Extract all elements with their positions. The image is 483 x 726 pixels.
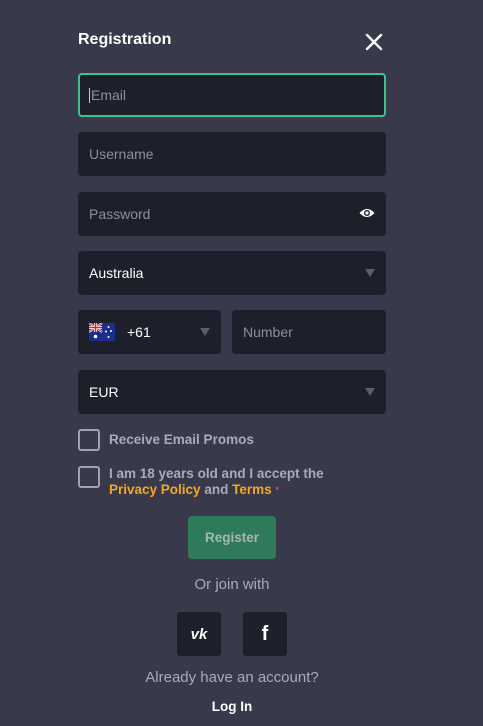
close-icon[interactable] xyxy=(362,30,386,54)
currency-value: EUR xyxy=(89,384,119,400)
phone-code-select[interactable]: +61 xyxy=(78,310,221,354)
australia-flag-icon xyxy=(89,323,115,341)
chevron-down-icon xyxy=(365,269,375,277)
username-field[interactable]: Username xyxy=(78,132,386,176)
currency-select[interactable]: EUR xyxy=(78,370,386,414)
page-title: Registration xyxy=(78,31,172,48)
facebook-icon: f xyxy=(261,622,269,645)
country-select[interactable]: Australia xyxy=(78,251,386,295)
eye-icon[interactable] xyxy=(359,207,375,219)
country-value: Australia xyxy=(89,265,144,281)
age-terms-text: I am 18 years old and I accept the xyxy=(109,466,324,481)
vk-icon: vk xyxy=(190,625,208,643)
chevron-down-icon xyxy=(365,388,375,396)
chevron-down-icon xyxy=(200,328,210,336)
terms-link[interactable]: Terms xyxy=(232,482,272,497)
account-prompt: Already have an account? xyxy=(145,669,319,686)
email-promos-label: Receive Email Promos xyxy=(109,432,254,447)
vk-button[interactable]: vk xyxy=(177,612,221,656)
password-placeholder: Password xyxy=(89,206,151,222)
email-promos-checkbox[interactable] xyxy=(78,429,100,451)
password-field[interactable]: Password xyxy=(78,192,386,236)
number-placeholder: Number xyxy=(243,324,293,340)
required-marker: * xyxy=(275,485,279,495)
phone-code-value: +61 xyxy=(127,324,151,340)
email-field[interactable]: Email xyxy=(78,73,386,117)
facebook-button[interactable]: f xyxy=(243,612,287,656)
username-placeholder: Username xyxy=(89,146,154,162)
register-button[interactable]: Register xyxy=(188,516,276,559)
age-terms-label: I am 18 years old and I accept the Priva… xyxy=(109,466,324,498)
and-text: and xyxy=(204,482,229,497)
age-terms-checkbox[interactable] xyxy=(78,466,100,488)
login-link[interactable]: Log In xyxy=(0,699,464,714)
text-caret xyxy=(89,87,90,103)
join-with-text: Or join with xyxy=(194,576,270,593)
phone-number-field[interactable]: Number xyxy=(232,310,386,354)
privacy-policy-link[interactable]: Privacy Policy xyxy=(109,482,201,497)
email-placeholder: Email xyxy=(91,87,127,103)
